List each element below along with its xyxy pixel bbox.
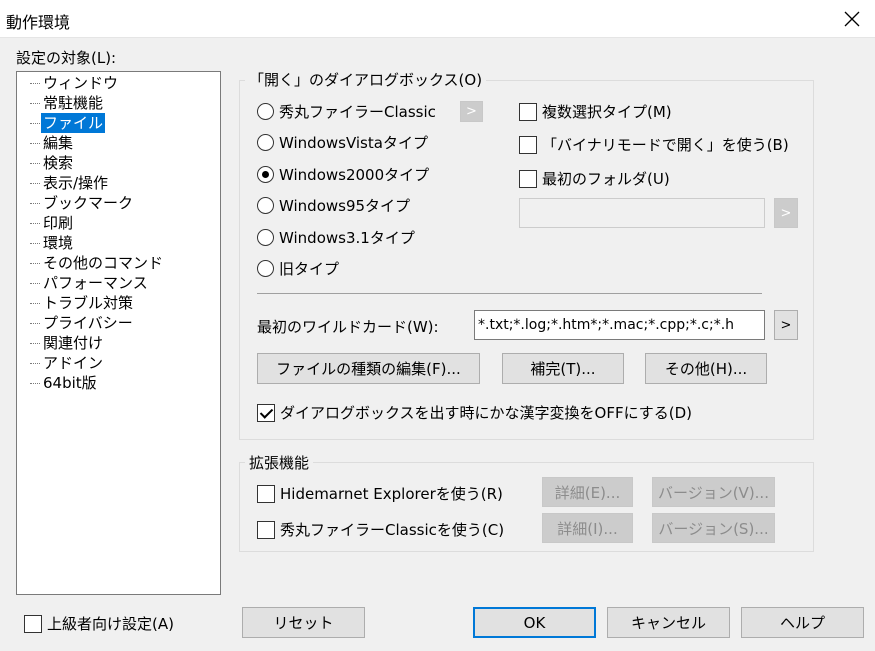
filer-classic-detail-button[interactable]: 詳細(I)... (542, 513, 633, 543)
tree-connector (30, 103, 40, 104)
first-folder-input[interactable] (519, 198, 765, 228)
hidemarnet-explorer-checkbox[interactable]: Hidemarnet Explorerを使う(R) (257, 483, 503, 504)
tree-connector (30, 223, 40, 224)
checkbox-box (257, 520, 275, 539)
group-separator (257, 293, 762, 294)
close-button[interactable] (829, 0, 875, 38)
radio-circle (257, 260, 274, 277)
radio-circle (257, 134, 274, 151)
checkbox-box-checked (257, 403, 275, 422)
other-button[interactable]: その他(H)... (645, 353, 767, 384)
wildcard-input[interactable]: *.txt;*.log;*.htm*;*.mac;*.cpp;*.c;*.h (474, 310, 765, 340)
filer-classic-checkbox[interactable]: 秀丸ファイラーClassicを使う(C) (257, 519, 504, 540)
radio-windows-vista[interactable]: WindowsVistaタイプ (257, 132, 428, 153)
checkbox-box (519, 169, 537, 188)
tree-connector (30, 263, 40, 264)
tree-connector (30, 183, 40, 184)
advanced-settings-checkbox[interactable]: 上級者向け設定(A) (24, 613, 174, 634)
tree-connector (30, 123, 40, 124)
settings-tree[interactable]: ウィンドウ 常駐機能 ファイル 編集 検索 表示/操作 ブックマーク 印刷 環境… (16, 71, 221, 595)
help-button[interactable]: ヘルプ (741, 607, 864, 638)
tree-connector (30, 83, 40, 84)
tree-connector (30, 303, 40, 304)
wildcard-arrow-button[interactable]: > (774, 310, 798, 340)
radio-circle-selected (257, 166, 274, 183)
radio-windows-2000[interactable]: Windows2000タイプ (257, 164, 429, 185)
tree-connector (30, 363, 40, 364)
tree-connector (30, 243, 40, 244)
first-folder-checkbox[interactable]: 最初のフォルダ(U) (519, 168, 670, 189)
complete-button[interactable]: 補完(T)... (502, 353, 624, 384)
edit-file-types-button[interactable]: ファイルの種類の編集(F)... (257, 353, 480, 384)
hidemarnet-detail-button[interactable]: 詳細(E)... (542, 477, 633, 507)
hidemarnet-version-button[interactable]: バージョン(V)... (652, 477, 775, 507)
checkbox-box (257, 484, 275, 503)
reset-button[interactable]: リセット (242, 607, 365, 638)
tree-connector (30, 203, 40, 204)
radio-windows-95[interactable]: Windows95タイプ (257, 195, 410, 216)
radio-hidemaru-filer-classic[interactable]: 秀丸ファイラーClassic (257, 101, 436, 122)
binary-mode-checkbox[interactable]: 「バイナリモードで開く」を使う(B) (519, 134, 789, 155)
tree-connector (30, 383, 40, 384)
radio-circle (257, 197, 274, 214)
first-folder-arrow-button[interactable]: > (774, 198, 798, 228)
tree-connector (30, 323, 40, 324)
tree-label: 設定の対象(L): (16, 49, 117, 67)
checkbox-box (24, 614, 42, 633)
radio-windows-31[interactable]: Windows3.1タイプ (257, 227, 415, 248)
radio-circle (257, 103, 274, 120)
filer-classic-version-button[interactable]: バージョン(S)... (652, 513, 775, 543)
open-dialog-group-label: 「開く」のダイアログボックス(O) (245, 69, 487, 90)
checkbox-box (519, 102, 537, 121)
wildcard-label: 最初のワイルドカード(W): (257, 318, 439, 336)
tree-connector (30, 143, 40, 144)
cancel-button[interactable]: キャンセル (607, 607, 730, 638)
close-icon (844, 11, 860, 27)
window-title: 動作環境 (6, 13, 71, 32)
tree-connector (30, 163, 40, 164)
extension-group-label: 拡張機能 (245, 452, 314, 473)
tree-connector (30, 283, 40, 284)
filer-classic-arrow-button[interactable]: > (460, 101, 483, 122)
checkbox-box (519, 135, 537, 154)
title-bar (0, 0, 875, 38)
multi-select-checkbox[interactable]: 複数選択タイプ(M) (519, 101, 672, 122)
ok-button[interactable]: OK (473, 607, 596, 638)
radio-circle (257, 229, 274, 246)
ime-off-checkbox[interactable]: ダイアログボックスを出す時にかな漢字変換をOFFにする(D) (257, 402, 692, 423)
radio-old-type[interactable]: 旧タイプ (257, 258, 339, 279)
tree-connector (30, 343, 40, 344)
